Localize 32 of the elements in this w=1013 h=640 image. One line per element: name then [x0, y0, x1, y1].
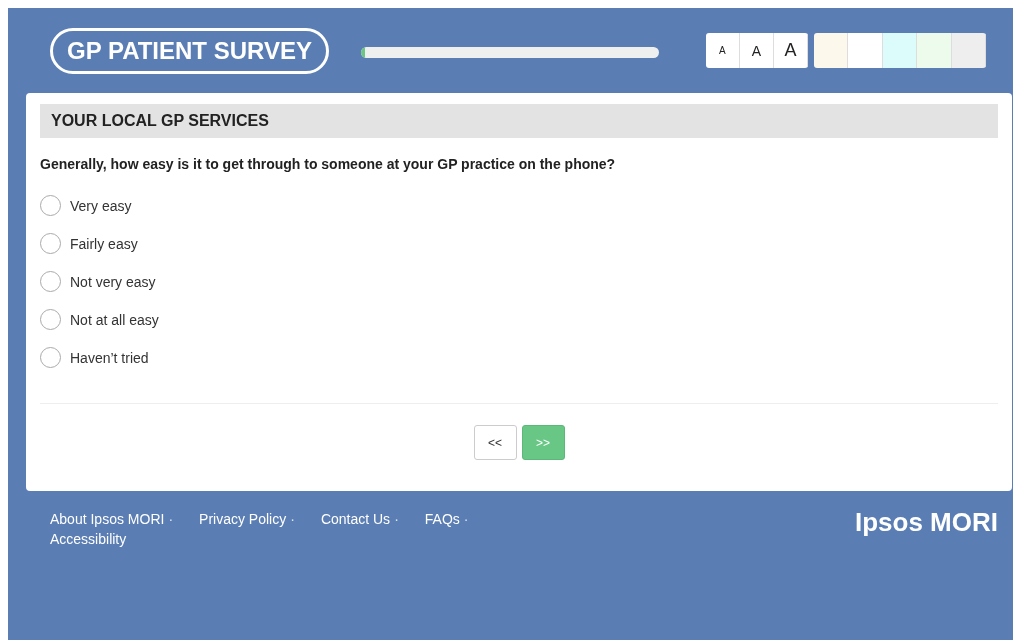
- footer-link[interactable]: Contact Us: [320, 511, 391, 527]
- radio-button[interactable]: [40, 195, 61, 216]
- radio-button[interactable]: [40, 347, 61, 368]
- option-label: Haven’t tried: [70, 349, 149, 366]
- separator: ·: [168, 511, 174, 527]
- font-size-button[interactable]: A: [773, 33, 808, 68]
- option-label: Fairly easy: [70, 235, 138, 252]
- footer-link[interactable]: FAQs: [424, 511, 460, 527]
- footer-link[interactable]: About Ipsos MORI: [50, 511, 165, 527]
- colour-theme-swatch[interactable]: [917, 33, 952, 68]
- footer-link[interactable]: Accessibility: [50, 531, 127, 547]
- option-label: Not at all easy: [70, 311, 159, 328]
- radio-button[interactable]: [40, 271, 61, 292]
- font-size-button[interactable]: A: [705, 33, 740, 68]
- back-button[interactable]: <<: [473, 425, 517, 460]
- colour-theme-swatch[interactable]: [848, 33, 883, 68]
- footer-link[interactable]: Privacy Policy: [199, 511, 287, 527]
- font-size-button[interactable]: A: [739, 33, 774, 68]
- separator: ·: [290, 511, 295, 527]
- section-title: YOUR LOCAL GP SERVICES: [40, 104, 998, 138]
- colour-theme-swatch[interactable]: [882, 33, 918, 68]
- brand-logo: Ipsos MORI: [855, 507, 998, 539]
- option-label: Very easy: [70, 197, 132, 214]
- radio-button[interactable]: [40, 233, 61, 254]
- colour-theme-swatch[interactable]: [951, 33, 987, 68]
- separator: ·: [463, 511, 469, 527]
- logo: GP PATIENT SURVEY: [50, 27, 329, 74]
- radio-button[interactable]: [40, 309, 61, 330]
- colour-theme-swatch[interactable]: [813, 33, 849, 68]
- question-text: Generally, how easy is it to get through to someone at your GP practice on the phone?: [40, 156, 617, 172]
- separator: ·: [394, 511, 399, 527]
- option-label: Not very easy: [70, 273, 156, 290]
